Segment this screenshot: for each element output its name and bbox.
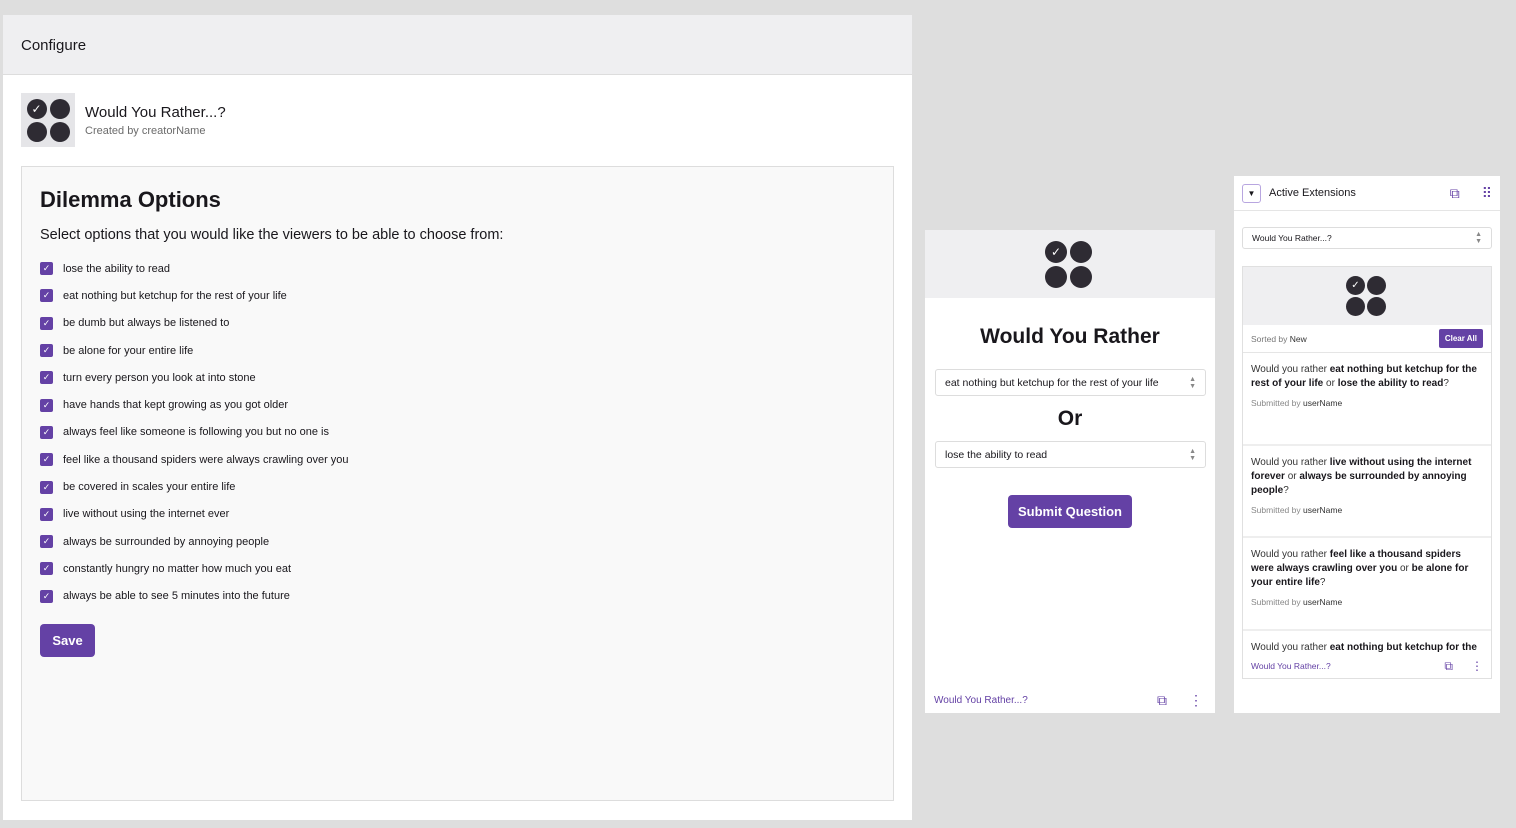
- popout-icon[interactable]: ⧉: [1444, 659, 1453, 674]
- extension-card: ✓ Sorted by New Clear All Would you rath…: [1242, 266, 1492, 679]
- extension-select[interactable]: Would You Rather...? ▲ ▼: [1242, 227, 1492, 249]
- submit-question-button[interactable]: Submit Question: [1008, 495, 1132, 528]
- dashboard-panel: ▼ Active Extensions ⧉ ⠿ Would You Rather…: [1234, 176, 1500, 713]
- popout-icon[interactable]: ⧉: [1157, 692, 1167, 709]
- dashboard-footer-link[interactable]: Would You Rather...?: [1251, 661, 1331, 671]
- checkbox[interactable]: ✓: [40, 425, 53, 439]
- option1-select[interactable]: eat nothing but ketchup for the rest of …: [935, 369, 1206, 396]
- option-item[interactable]: ✓ eat nothing but ketchup for the rest of…: [40, 282, 875, 309]
- option-label: turn every person you look at into stone: [63, 371, 256, 384]
- save-button[interactable]: Save: [40, 623, 95, 657]
- extension-logo: ✓: [1346, 276, 1388, 316]
- section-description: Select options that you would like the v…: [40, 227, 504, 243]
- section-title: Dilemma Options: [40, 187, 221, 212]
- option-item[interactable]: ✓ feel like a thousand spiders were alway…: [40, 446, 875, 473]
- extension-creator: Created by creatorName: [85, 124, 206, 137]
- option-label: be covered in scales your entire life: [63, 481, 236, 494]
- extension-logo: ✓: [1045, 240, 1095, 288]
- dilemma-options-box: Dilemma Options Select options that you …: [21, 166, 894, 801]
- question-item: Would you rather feel like a thousand sp…: [1243, 538, 1491, 631]
- or-label: Or: [1057, 407, 1083, 430]
- question-item: Would you rather live without using the …: [1243, 446, 1491, 538]
- option-label: constantly hungry no matter how much you…: [63, 562, 292, 575]
- configure-header: Configure: [3, 15, 912, 75]
- option-label: always be surrounded by annoying people: [63, 535, 270, 548]
- checkbox[interactable]: ✓: [40, 398, 53, 412]
- checkbox[interactable]: ✓: [40, 289, 53, 303]
- option-label: lose the ability to read: [63, 262, 171, 275]
- option-label: be dumb but always be listened to: [63, 317, 230, 330]
- configure-panel: Configure ✓ Would You Rather...? Created…: [3, 15, 912, 820]
- more-vertical-icon[interactable]: ⋮: [1189, 692, 1203, 709]
- checkbox[interactable]: ✓: [40, 480, 53, 494]
- option-label: always be able to see 5 minutes into the…: [63, 590, 290, 603]
- option-label: always feel like someone is following yo…: [63, 426, 329, 439]
- checkbox[interactable]: ✓: [40, 371, 53, 385]
- option-item[interactable]: ✓ always be surrounded by annoying people: [40, 528, 875, 555]
- option-label: feel like a thousand spiders were always…: [63, 453, 349, 466]
- viewer-footer-link[interactable]: Would You Rather...?: [934, 695, 1028, 706]
- extension-info: ✓ Would You Rather...? Created by creato…: [21, 93, 226, 147]
- extension-logo: ✓: [21, 93, 75, 147]
- collapse-dropdown-icon[interactable]: ▼: [1242, 183, 1261, 203]
- option-item[interactable]: ✓ constantly hungry no matter how much yo…: [40, 555, 875, 582]
- dashboard-header: Active Extensions: [1269, 187, 1356, 199]
- question-item: Would you rather eat nothing but ketchup…: [1243, 353, 1491, 446]
- option-item[interactable]: ✓ always feel like someone is following y…: [40, 419, 875, 446]
- option-item[interactable]: ✓ be covered in scales your entire life: [40, 473, 875, 500]
- extension-title: Would You Rather...?: [85, 103, 226, 121]
- option-item[interactable]: ✓ lose the ability to read: [40, 255, 875, 282]
- viewer-panel: ✓ Would You Rather eat nothing but ketch…: [925, 230, 1215, 713]
- option-item[interactable]: ✓ live without using the internet ever: [40, 501, 875, 528]
- checkbox[interactable]: ✓: [40, 453, 53, 467]
- drag-handle-icon[interactable]: ⠿: [1482, 185, 1492, 202]
- option-item[interactable]: ✓ be dumb but always be listened to: [40, 310, 875, 337]
- option-label: eat nothing but ketchup for the rest of …: [63, 289, 287, 302]
- checkbox[interactable]: ✓: [40, 535, 53, 549]
- option-label: live without using the internet ever: [63, 508, 230, 521]
- popout-icon[interactable]: ⧉: [1450, 185, 1460, 202]
- option-item[interactable]: ✓ be alone for your entire life: [40, 337, 875, 364]
- clear-all-button[interactable]: Clear All: [1438, 329, 1483, 348]
- option-item[interactable]: ✓ have hands that kept growing as you got…: [40, 391, 875, 418]
- checkbox[interactable]: ✓: [40, 562, 53, 576]
- checkbox[interactable]: ✓: [40, 262, 53, 276]
- option-label: have hands that kept growing as you got …: [63, 399, 289, 412]
- sort-label: Sorted by New: [1251, 333, 1307, 344]
- checkbox[interactable]: ✓: [40, 507, 53, 521]
- checkbox[interactable]: ✓: [40, 344, 53, 358]
- more-vertical-icon[interactable]: ⋮: [1471, 659, 1483, 674]
- option-item[interactable]: ✓ turn every person you look at into ston…: [40, 364, 875, 391]
- option-item[interactable]: ✓ always be able to see 5 minutes into th…: [40, 583, 875, 610]
- option-label: be alone for your entire life: [63, 344, 194, 357]
- option2-select[interactable]: lose the ability to read ▲ ▼: [935, 441, 1206, 468]
- viewer-title: Would You Rather: [980, 325, 1160, 348]
- checkbox[interactable]: ✓: [40, 316, 53, 330]
- checkbox[interactable]: ✓: [40, 589, 53, 603]
